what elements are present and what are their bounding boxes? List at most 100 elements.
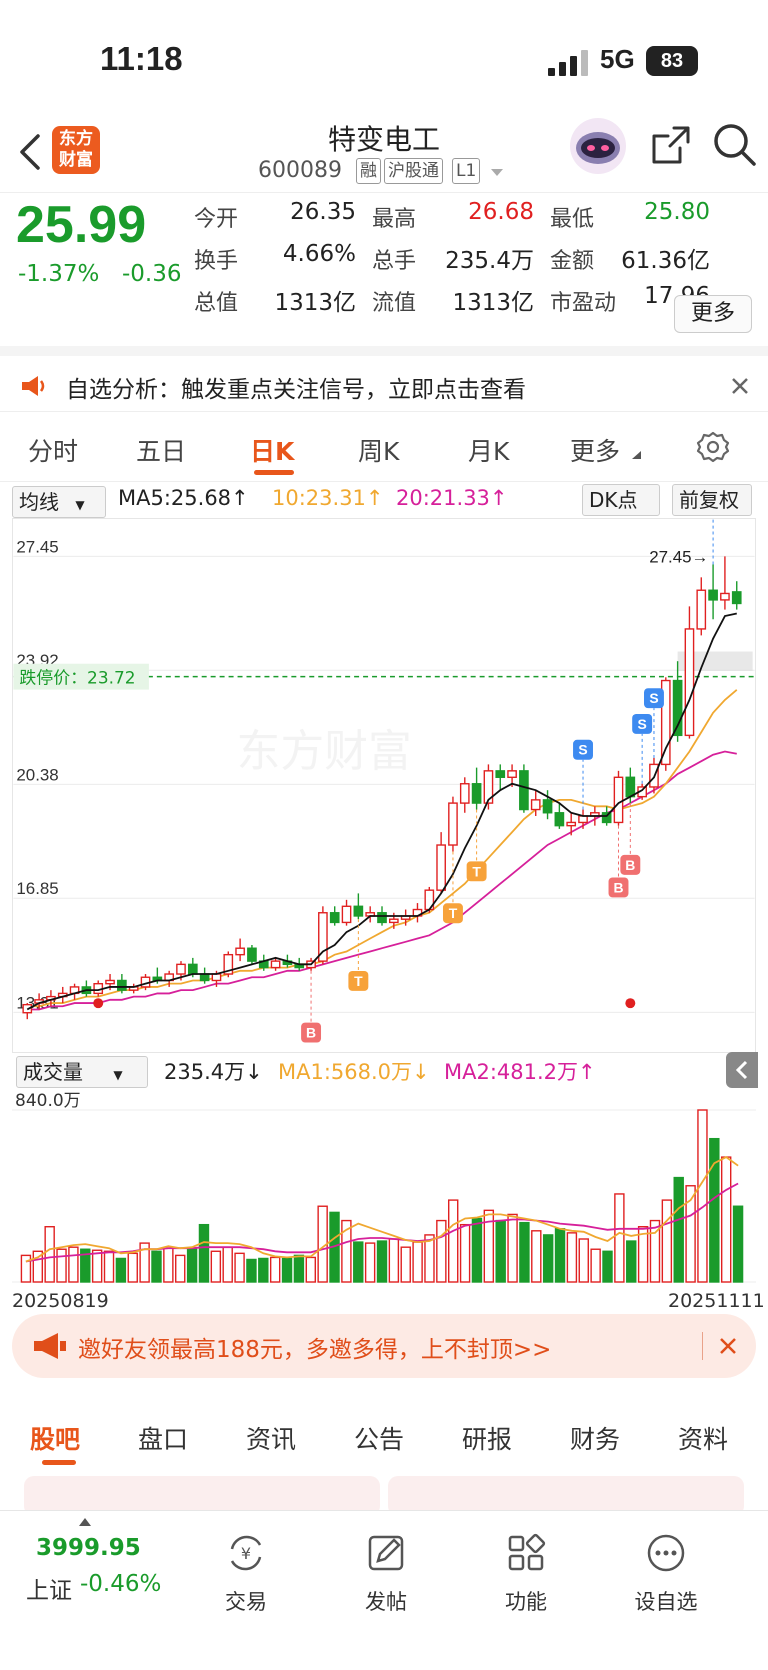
volume-bar [732,1205,744,1283]
candle [530,799,541,811]
tab-intraday[interactable]: 分时 [28,432,78,468]
speaker-icon [22,376,45,396]
index-name[interactable]: 上证 [26,1571,72,1605]
volume-chart[interactable]: 840.0万 [12,1088,756,1288]
dk-point-button[interactable]: DK点 [582,484,660,516]
candle [495,770,506,778]
candle [235,947,245,956]
subtab-research[interactable]: 研报 [462,1420,512,1456]
tab-daily-k[interactable]: 日K [250,432,294,468]
candle [459,783,470,804]
volume-bar [519,1221,530,1283]
tab-more[interactable]: 更多 [570,432,620,468]
volume-bar [626,1240,637,1283]
ma-select[interactable]: 均线 ▼ [12,486,106,518]
volume-bar [353,1241,364,1283]
candle [329,912,340,924]
volume-bar [68,1246,79,1283]
volume-bar [436,1219,447,1283]
volume-bar [281,1257,293,1283]
volume-bar [602,1250,613,1283]
candle [436,844,446,891]
candle [542,799,553,814]
signal-badge-label: B [613,879,623,895]
robot-avatar-icon[interactable] [568,116,628,176]
ma5-label: MA5:25.68↑ [118,486,249,510]
tab-weekly-k[interactable]: 周K [358,432,399,468]
search-icon[interactable] [712,122,758,168]
tag-level: L1 [452,158,481,184]
content-tabs: 股吧 盘口 资讯 公告 研报 财务 资料 [0,1398,768,1516]
subtab-announce[interactable]: 公告 [354,1420,404,1456]
candle [720,592,730,601]
dropdown-icon: ▼ [113,1068,123,1082]
subtab-profile[interactable]: 资料 [678,1420,728,1456]
event-dot [93,998,104,1009]
candle [211,973,222,982]
subtab-guba[interactable]: 股吧 [30,1420,80,1456]
settings-gear-icon[interactable] [696,430,730,464]
volume-bar [388,1238,400,1283]
more-button[interactable]: 更多 [674,295,752,333]
signal-badge-label: T [354,973,363,989]
volume-bar [507,1213,518,1283]
kline-chart[interactable]: 27.4523.9220.3816.8513.31东方财富跌停价：23.7227… [12,518,756,1053]
event-dot [625,998,636,1009]
quote-value-7: 1313亿 [452,290,534,316]
volume-bar [709,1137,720,1283]
stock-code: 600089 [258,158,342,183]
candle [625,776,636,798]
close-icon[interactable] [730,376,750,396]
candle [578,815,588,824]
y-tick-label: 27.45 [16,537,58,556]
candle [471,783,482,804]
subtab-news[interactable]: 资讯 [246,1420,296,1456]
volume-legend-bar: 成交量 ▼ 235.4万↓ MA1:568.0万↓ MA2:481.2万↑ [0,1052,768,1090]
share-icon[interactable] [650,124,692,166]
close-icon[interactable] [718,1336,738,1356]
adjust-button[interactable]: 前复权 [672,484,752,516]
notice-bar[interactable]: 自选分析：触发重点关注信号，立即点击查看 [0,346,768,412]
candle [187,963,198,975]
volume-bar [566,1232,578,1283]
quote-label-7: 流值 [372,291,417,316]
nav-post[interactable]: 发帖 [336,1531,436,1616]
volume-bar [115,1257,127,1283]
volume-bar [554,1228,566,1283]
quote-value-4: 235.4万 [445,248,534,274]
volume-bar [198,1223,210,1283]
volume-value: 235.4万↓ [164,1060,263,1084]
date-start-label: 20250819 [12,1290,109,1312]
adjust-label: 前复权 [679,488,739,512]
quote-label-3: 换手 [194,249,239,274]
nav-add-watchlist-label: 设自选 [634,1590,698,1614]
signal-badge-label: S [649,690,658,706]
volume-bar [103,1250,115,1283]
tag-hgt: 沪股通 [384,158,443,184]
subtab-finance[interactable]: 财务 [570,1420,620,1456]
nav-trade[interactable]: ¥ 交易 [196,1531,296,1616]
volume-bar [20,1254,32,1283]
candle [270,960,281,969]
yen-cycle-icon: ¥ [230,1535,262,1571]
caret-down-icon[interactable] [490,168,504,178]
tab-five-day[interactable]: 五日 [136,432,186,468]
ma20-label: 20:21.33↑ [396,486,508,510]
subtab-pankou[interactable]: 盘口 [138,1420,188,1456]
volume-select[interactable]: 成交量 ▼ [16,1056,148,1088]
volume-bar [578,1238,589,1283]
tab-monthly-k[interactable]: 月K [468,432,509,468]
quote-value-1: 26.68 [468,199,534,225]
candle [117,979,127,991]
bottom-nav: 3999.95 上证 -0.46% ¥ 交易 发帖 功能 设自选 [0,1510,768,1670]
triangle-icon [632,451,641,459]
nav-add-watchlist[interactable]: 设自选 [616,1531,716,1616]
change-percent: -1.37% [18,261,100,287]
collapse-panel-button[interactable] [726,1052,758,1088]
quote-value-6: 1313亿 [274,290,356,316]
quote-value-0: 26.35 [290,199,356,225]
invite-banner[interactable]: 邀好友领最高188元，多邀多得，上不封顶>> [12,1314,756,1378]
nav-functions[interactable]: 功能 [476,1531,576,1616]
index-change[interactable]: -0.46% [80,1571,161,1597]
index-value[interactable]: 3999.95 [36,1535,141,1561]
